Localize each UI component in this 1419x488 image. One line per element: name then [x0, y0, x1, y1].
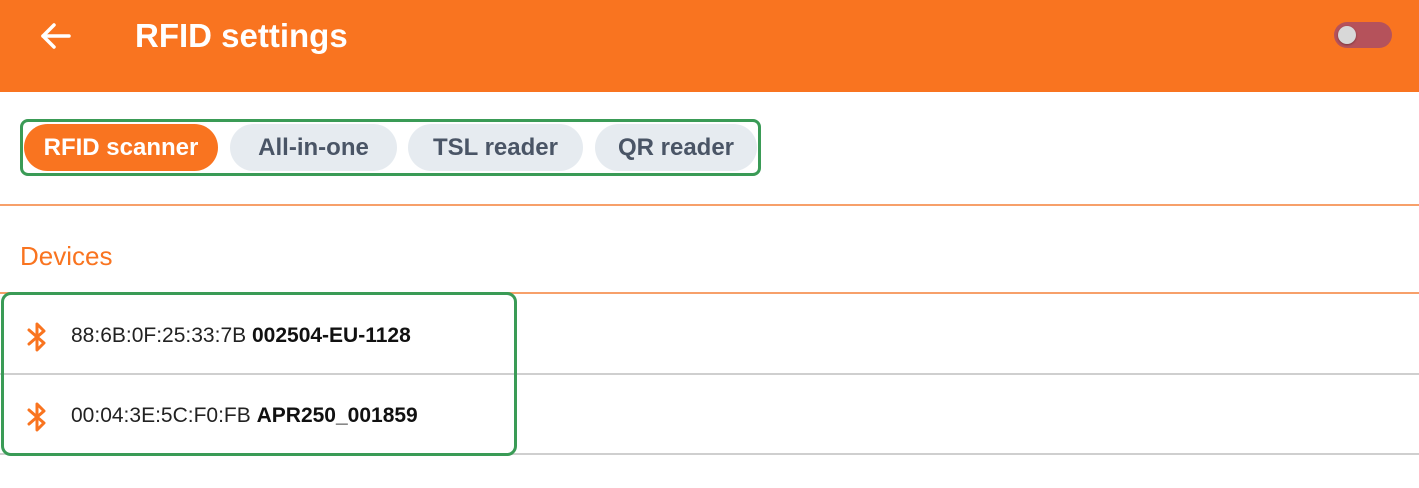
arrow-left-icon: [41, 23, 71, 49]
tab-rfid-scanner[interactable]: RFID scanner: [24, 124, 218, 171]
tab-tsl-reader[interactable]: TSL reader: [408, 124, 583, 171]
tab-label: QR reader: [617, 133, 735, 161]
tab-qr-reader[interactable]: QR reader: [595, 124, 757, 171]
tab-label: All-in-one: [258, 133, 369, 161]
toggle-knob: [1338, 26, 1356, 44]
app-bar: RFID settings: [0, 0, 1419, 92]
tab-label: TSL reader: [433, 133, 558, 161]
devices-list-highlight: [1, 292, 517, 456]
settings-toggle[interactable]: [1334, 22, 1392, 48]
devices-section-label: Devices: [20, 241, 113, 271]
tab-label: RFID scanner: [43, 133, 199, 161]
tab-all-in-one[interactable]: All-in-one: [230, 124, 397, 171]
back-button[interactable]: [32, 16, 78, 56]
page-title: RFID settings: [135, 17, 348, 54]
section-divider: [0, 204, 1419, 206]
